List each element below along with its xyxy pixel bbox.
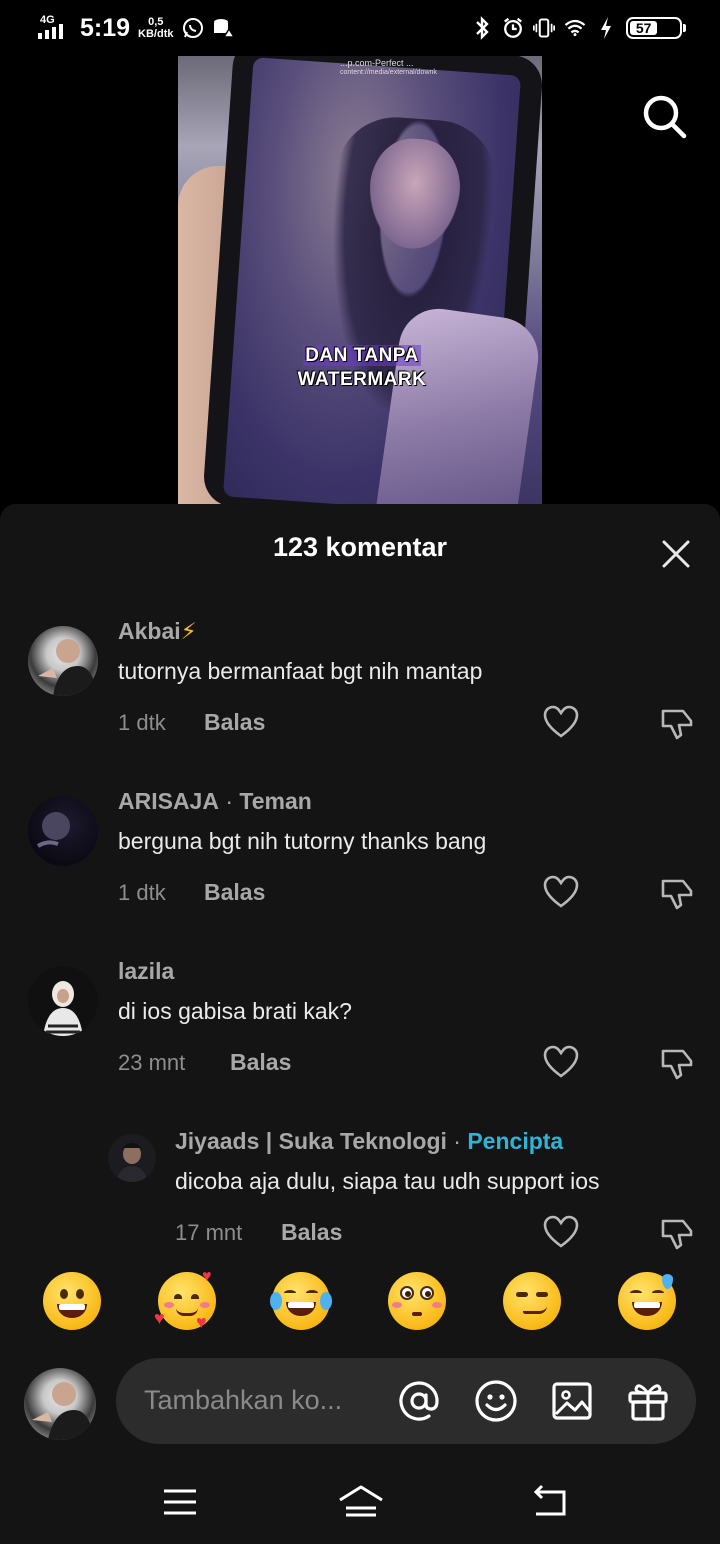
- clock: 5:19: [80, 13, 131, 42]
- video-url: ...p.com-Perfect ... content://media/ext…: [340, 58, 437, 76]
- dislike-icon[interactable]: [659, 705, 695, 740]
- mention-icon[interactable]: [396, 1378, 442, 1424]
- comment-time: 17 mnt: [175, 1220, 243, 1245]
- gift-icon[interactable]: [625, 1378, 671, 1424]
- comment-author[interactable]: Jiyaads | Suka Teknologi · Pencipta: [175, 1128, 563, 1155]
- comment-input[interactable]: Tambahkan ko...: [116, 1358, 696, 1444]
- grinning-face-emoji-icon[interactable]: [43, 1272, 101, 1330]
- creator-tag: Pencipta: [467, 1128, 564, 1154]
- comment-time: 23 mnt: [118, 1050, 186, 1075]
- comment-text: tutornya bermanfaat bgt nih mantap: [118, 658, 483, 684]
- battery-indicator: 57: [626, 17, 686, 39]
- lightning-icon: ⚡: [180, 618, 197, 644]
- search-button[interactable]: [640, 92, 688, 140]
- comment-text: dicoba aja dulu, siapa tau udh support i…: [175, 1168, 600, 1194]
- reply-button[interactable]: Balas: [204, 879, 265, 906]
- menu-icon[interactable]: [160, 1482, 200, 1522]
- friend-tag: Teman: [239, 788, 312, 814]
- system-nav-bar: [0, 1464, 720, 1544]
- alarm-icon: [502, 17, 524, 39]
- comment-author[interactable]: lazila: [118, 958, 174, 985]
- close-icon: [662, 540, 690, 568]
- database-icon: [212, 17, 234, 39]
- avatar[interactable]: [28, 796, 98, 866]
- wifi-icon: [564, 17, 586, 39]
- video-frame: [222, 57, 542, 504]
- signal-icon: 4G: [38, 15, 72, 41]
- avatar[interactable]: [28, 966, 98, 1036]
- comment-time: 1 dtk: [118, 710, 166, 735]
- video-caption: DAN TANPA WATERMARK: [297, 345, 427, 390]
- home-icon[interactable]: [338, 1482, 384, 1522]
- comment-author[interactable]: Akbai⚡: [118, 618, 197, 645]
- close-button[interactable]: [658, 536, 694, 572]
- flushed-face-emoji-icon[interactable]: [388, 1272, 446, 1330]
- network-speed: 0,5 KB/dtk: [138, 16, 174, 40]
- comment-text: berguna bgt nih tutorny thanks bang: [118, 828, 487, 854]
- charging-icon: [595, 17, 617, 39]
- reply-button[interactable]: Balas: [281, 1219, 342, 1246]
- reply-button[interactable]: Balas: [204, 709, 265, 736]
- vibrate-icon: [533, 17, 555, 39]
- image-icon[interactable]: [549, 1378, 595, 1424]
- dislike-icon[interactable]: [659, 1215, 695, 1250]
- dislike-icon[interactable]: [659, 1045, 695, 1080]
- heart-icon[interactable]: [543, 1045, 579, 1079]
- avatar[interactable]: [28, 626, 98, 696]
- my-avatar: [24, 1368, 96, 1440]
- emoji-icon[interactable]: [473, 1378, 519, 1424]
- comment-time: 1 dtk: [118, 880, 166, 905]
- whatsapp-icon: [182, 17, 204, 39]
- grinning-sweat-emoji-icon[interactable]: [618, 1272, 676, 1330]
- status-bar: 4G 5:19 0,5 KB/dtk 57: [0, 0, 720, 56]
- comment-input-placeholder: Tambahkan ko...: [144, 1385, 343, 1415]
- search-icon: [643, 95, 687, 139]
- quick-emoji-bar: ♥ ♥ ♥: [0, 1268, 720, 1332]
- bluetooth-icon: [471, 16, 493, 40]
- heart-icon[interactable]: [543, 1215, 579, 1249]
- comments-count-title: 123 komentar: [272, 532, 448, 562]
- smiling-face-with-hearts-emoji-icon[interactable]: ♥ ♥ ♥: [154, 1268, 216, 1332]
- comment-text: di ios gabisa brati kak?: [118, 998, 352, 1024]
- avatar[interactable]: [108, 1134, 156, 1182]
- reply-button[interactable]: Balas: [230, 1049, 291, 1076]
- tears-of-joy-emoji-icon[interactable]: [270, 1272, 332, 1330]
- back-icon[interactable]: [530, 1482, 570, 1522]
- heart-icon[interactable]: [543, 875, 579, 909]
- video-player[interactable]: ...p.com-Perfect ... content://media/ext…: [178, 56, 542, 504]
- comment-author[interactable]: ARISAJA · Teman: [118, 788, 312, 815]
- dislike-icon[interactable]: [659, 875, 695, 910]
- heart-icon[interactable]: [543, 705, 579, 739]
- smirking-face-emoji-icon[interactable]: [503, 1272, 561, 1330]
